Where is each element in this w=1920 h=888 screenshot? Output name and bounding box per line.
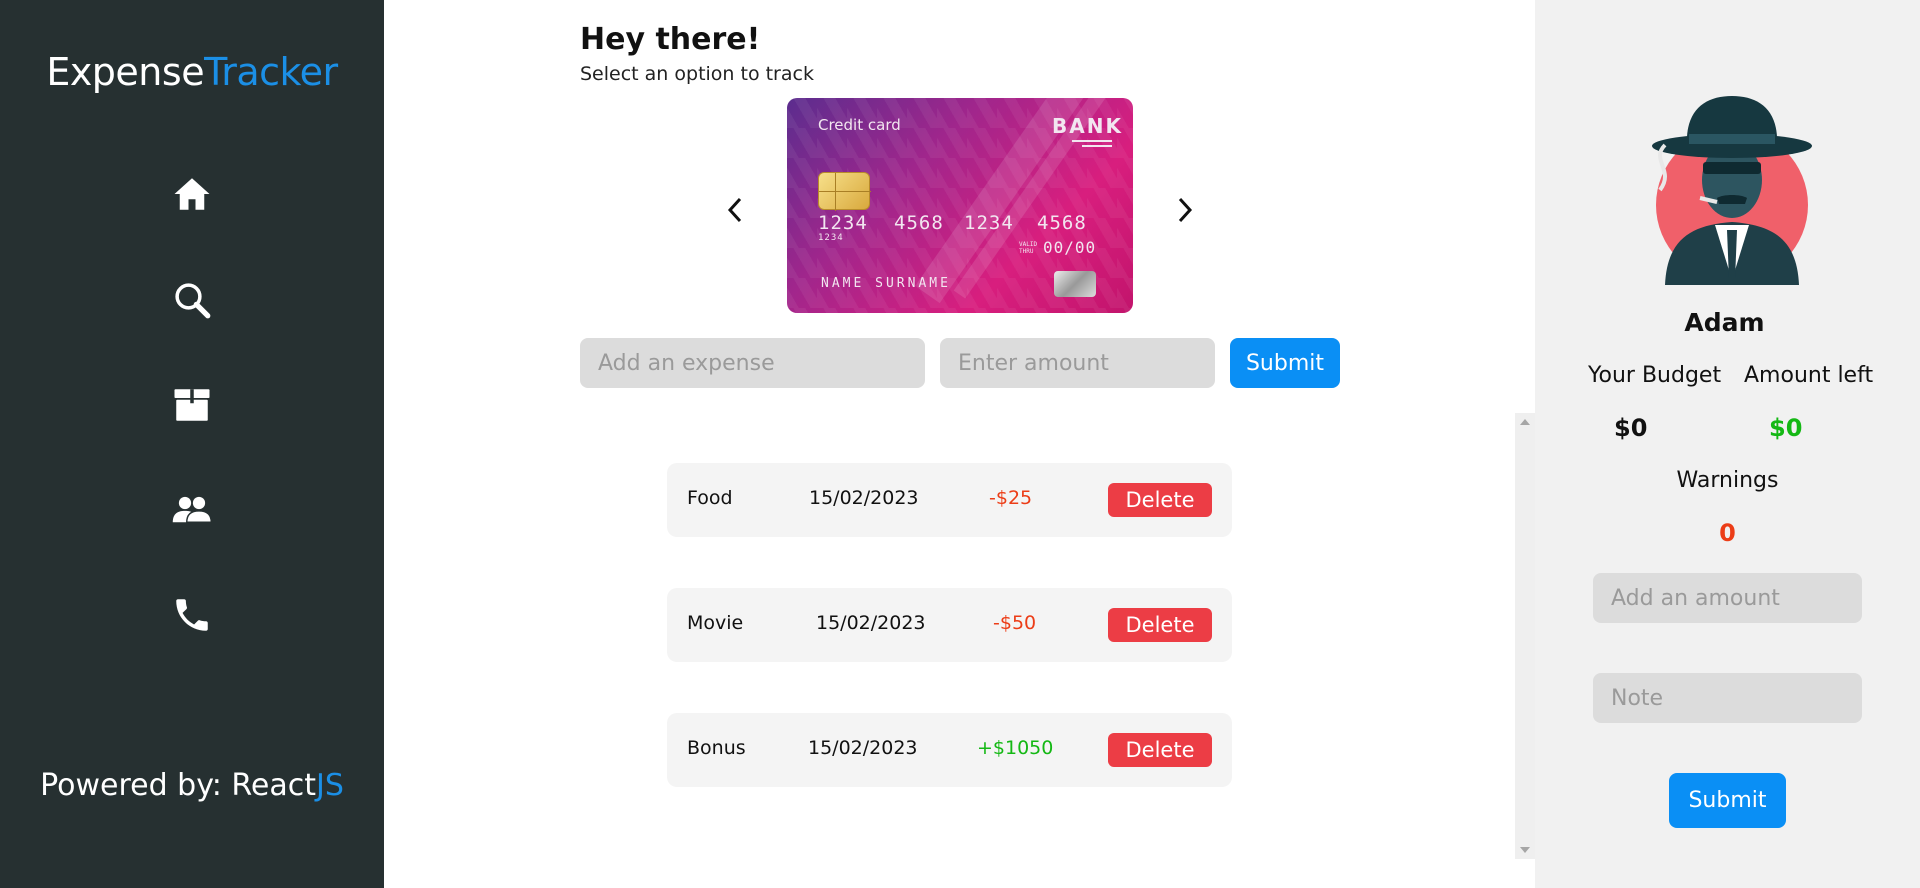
card-expiry: 00/00 — [1043, 238, 1097, 257]
transaction-name: Food — [687, 487, 733, 509]
users-icon[interactable] — [166, 484, 218, 536]
card-bank-label: BANK — [1052, 114, 1123, 138]
card-bank-line — [1072, 140, 1112, 142]
card-bank-line — [1082, 145, 1112, 147]
budget-submit-button[interactable]: Submit — [1669, 773, 1786, 828]
card-small-number: 1234 — [818, 233, 844, 243]
powered-by-text: Powered by: ReactJS — [0, 768, 384, 803]
add-expense-submit-button[interactable]: Submit — [1230, 338, 1340, 388]
transaction-amount: -$50 — [993, 612, 1037, 634]
search-icon[interactable] — [166, 274, 218, 326]
budget-label: Your Budget — [1588, 363, 1722, 388]
warnings-label: Warnings — [1676, 468, 1779, 493]
card-hologram-icon — [1054, 271, 1096, 297]
sidebar: ExpenseTracker Powered by: ReactJS — [0, 0, 384, 888]
powered-by-accent: JS — [316, 768, 344, 803]
transaction-row: Bonus 15/02/2023 +$1050 Delete — [667, 713, 1232, 787]
amount-left-label: Amount left — [1744, 363, 1874, 388]
transaction-date: 15/02/2023 — [809, 487, 919, 509]
phone-icon[interactable] — [166, 589, 218, 641]
delete-transaction-button[interactable]: Delete — [1108, 608, 1212, 642]
transaction-date: 15/02/2023 — [808, 737, 918, 759]
expense-name-input[interactable] — [580, 338, 925, 388]
powered-by-prefix: Powered by: React — [40, 768, 317, 803]
transaction-row: Food 15/02/2023 -$25 Delete — [667, 463, 1232, 537]
archive-icon[interactable] — [166, 379, 218, 431]
app-logo[interactable]: ExpenseTracker — [0, 50, 384, 94]
carousel-prev-button[interactable] — [720, 190, 750, 230]
transaction-name: Bonus — [687, 737, 746, 759]
card-number-3: 1234 — [964, 212, 1014, 234]
scroll-down-arrow-icon[interactable] — [1520, 847, 1530, 853]
home-icon[interactable] — [166, 168, 218, 220]
user-name: Adam — [1684, 308, 1765, 337]
transactions-scrollbar[interactable] — [1515, 413, 1535, 859]
card-number-2: 4568 — [894, 212, 944, 234]
page-title: Hey there! — [580, 22, 761, 57]
note-input[interactable] — [1593, 673, 1862, 723]
delete-transaction-button[interactable]: Delete — [1108, 483, 1212, 517]
budget-amount-input[interactable] — [1593, 573, 1862, 623]
avatar — [1652, 96, 1812, 285]
transaction-row: Movie 15/02/2023 -$50 Delete — [667, 588, 1232, 662]
transaction-amount: +$1050 — [977, 737, 1054, 759]
budget-value: $0 — [1614, 414, 1648, 442]
expense-amount-input[interactable] — [940, 338, 1215, 388]
logo-text-accent: Tracker — [204, 50, 338, 94]
amount-left-value: $0 — [1769, 414, 1803, 442]
card-number-4: 4568 — [1037, 212, 1087, 234]
card-chip-icon — [818, 172, 871, 211]
warnings-count: 0 — [1719, 519, 1736, 547]
card-holder-name: NAME SURNAME — [821, 276, 951, 291]
carousel-next-button[interactable] — [1170, 190, 1200, 230]
card-number-1: 1234 — [818, 212, 868, 234]
page-subtitle: Select an option to track — [580, 63, 814, 85]
card-valid-thru-label: VALID THRU — [1019, 241, 1038, 255]
credit-card-image[interactable]: Credit card BANK 1234 4568 1234 4568 123… — [787, 98, 1133, 313]
card-type-label: Credit card — [818, 116, 901, 134]
logo-text-primary: Expense — [46, 50, 205, 94]
transaction-amount: -$25 — [989, 487, 1033, 509]
delete-transaction-button[interactable]: Delete — [1108, 733, 1212, 767]
transaction-name: Movie — [687, 612, 744, 634]
chevron-right-icon — [1178, 197, 1193, 223]
chevron-left-icon — [727, 197, 742, 223]
transaction-date: 15/02/2023 — [816, 612, 926, 634]
scroll-up-arrow-icon[interactable] — [1520, 419, 1530, 425]
profile-panel: Adam Your Budget Amount left $0 $0 Warni… — [1535, 0, 1920, 888]
